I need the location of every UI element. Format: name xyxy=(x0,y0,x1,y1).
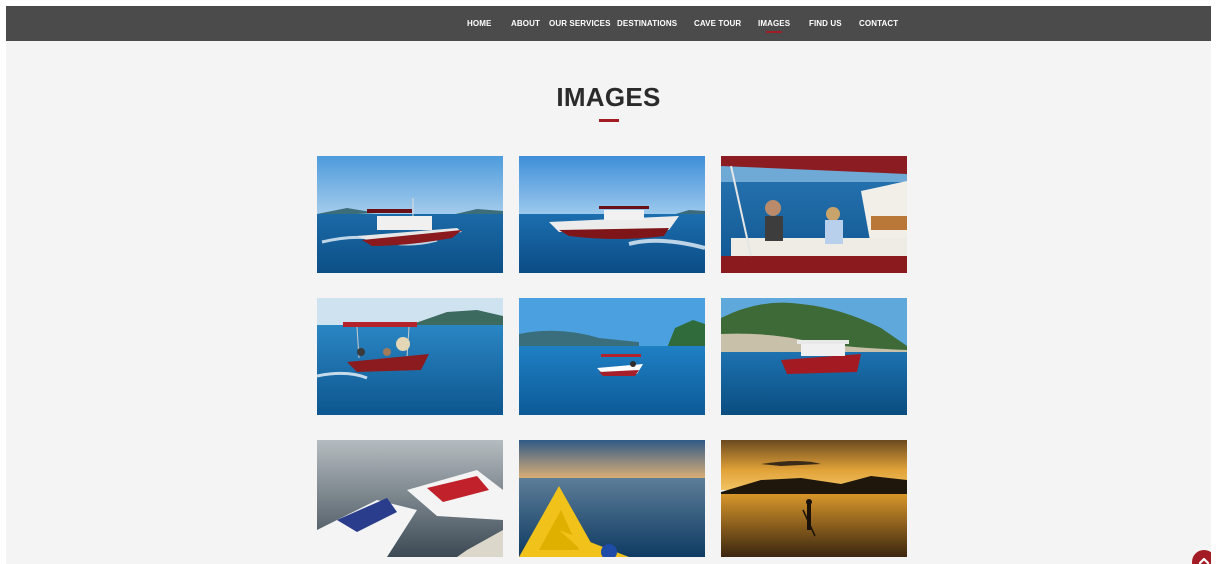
gallery-image[interactable] xyxy=(317,298,503,415)
nav-about[interactable]: ABOUT xyxy=(511,6,540,41)
jet-ski-photo xyxy=(317,440,503,557)
gallery-image[interactable] xyxy=(721,298,907,415)
page-title: IMAGES xyxy=(556,82,661,112)
nav-destinations[interactable]: DESTINATIONS xyxy=(617,6,677,41)
nav-home[interactable]: HOME xyxy=(467,6,491,41)
nav-find-us[interactable]: FIND US xyxy=(809,6,842,41)
title-underline xyxy=(598,119,619,122)
gallery-image[interactable] xyxy=(317,440,503,557)
image-gallery xyxy=(317,156,908,557)
boat-photo xyxy=(519,156,705,273)
gallery-image[interactable] xyxy=(519,156,705,273)
nav-our-services[interactable]: OUR SERVICES xyxy=(549,6,611,41)
boat-photo xyxy=(317,156,503,273)
gallery-image[interactable] xyxy=(721,156,907,273)
boat-photo xyxy=(519,298,705,415)
chevron-up-icon xyxy=(1198,557,1210,564)
gallery-image[interactable] xyxy=(519,440,705,557)
top-navbar: HOME ABOUT OUR SERVICES DESTINATIONS CAV… xyxy=(6,6,1211,41)
boat-passengers-photo xyxy=(721,156,907,273)
nav-images[interactable]: IMAGES xyxy=(758,6,790,41)
paddleboard-sunset-photo xyxy=(721,440,907,557)
gallery-image[interactable] xyxy=(721,440,907,557)
gallery-image[interactable] xyxy=(519,298,705,415)
kayak-photo xyxy=(519,440,705,557)
boat-photo xyxy=(721,298,907,415)
page-frame: HOME ABOUT OUR SERVICES DESTINATIONS CAV… xyxy=(6,6,1211,564)
nav-cave-tour[interactable]: CAVE TOUR xyxy=(694,6,741,41)
nav-contact[interactable]: CONTACT xyxy=(859,6,898,41)
gallery-image[interactable] xyxy=(317,156,503,273)
boat-photo xyxy=(317,298,503,415)
scroll-to-top-button[interactable] xyxy=(1192,550,1211,564)
